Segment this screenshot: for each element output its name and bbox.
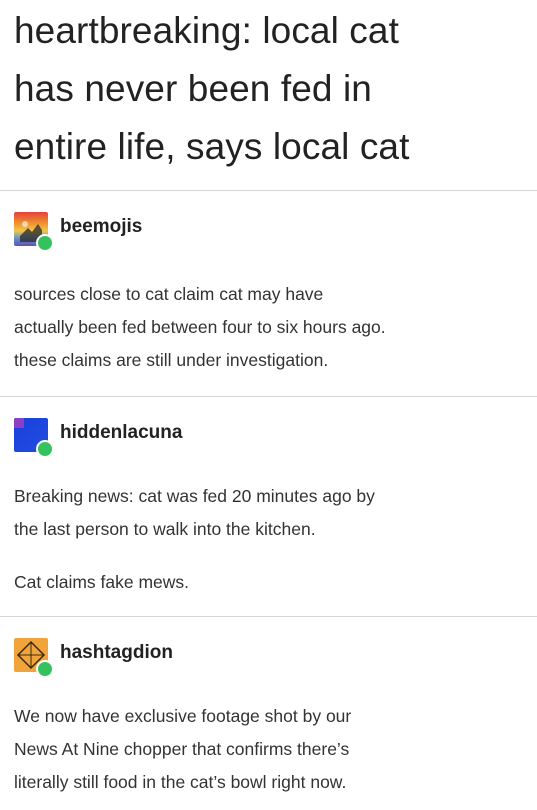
- post-body: sources close to cat claim cat may have …: [14, 278, 529, 377]
- username[interactable]: hashtagdion: [60, 642, 173, 664]
- text-line: literally still food in the cat’s bowl r…: [14, 772, 347, 792]
- reblog-icon: [36, 234, 54, 252]
- text-line: sources close to cat claim cat may have: [14, 284, 324, 304]
- post-body: We now have exclusive footage shot by ou…: [14, 700, 529, 799]
- post-body: Breaking news: cat was fed 20 minutes ag…: [14, 480, 529, 599]
- reblog-header: beemojis: [14, 210, 529, 252]
- divider: [0, 616, 537, 617]
- reblog-header: hiddenlacuna: [14, 416, 529, 458]
- reblog-beemojis: beemojis sources close to cat claim cat …: [14, 210, 529, 377]
- text-line: these claims are still under investigati…: [14, 350, 329, 370]
- reblog-icon: [36, 660, 54, 678]
- username[interactable]: beemojis: [60, 216, 142, 238]
- reblog-icon: [36, 440, 54, 458]
- text-line: News At Nine chopper that confirms there…: [14, 739, 350, 759]
- divider: [0, 190, 537, 191]
- paragraph: Cat claims fake mews.: [14, 566, 529, 599]
- text-line: actually been fed between four to six ho…: [14, 317, 386, 337]
- post-title: heartbreaking: local cat has never been …: [14, 2, 529, 176]
- reblog-hiddenlacuna: hiddenlacuna Breaking news: cat was fed …: [14, 416, 529, 599]
- text-line: Breaking news: cat was fed 20 minutes ag…: [14, 486, 375, 506]
- blue-avatar-icon[interactable]: [14, 418, 54, 458]
- text-line: We now have exclusive footage shot by ou…: [14, 706, 352, 726]
- tumblr-post: heartbreaking: local cat has never been …: [0, 0, 537, 810]
- title-line: has never been fed in: [14, 68, 372, 109]
- paragraph: sources close to cat claim cat may have …: [14, 278, 529, 377]
- text-line: Cat claims fake mews.: [14, 572, 190, 592]
- reblog-header: hashtagdion: [14, 636, 529, 678]
- paragraph: Breaking news: cat was fed 20 minutes ag…: [14, 480, 529, 546]
- reblog-hashtagdion: hashtagdion We now have exclusive footag…: [14, 636, 529, 799]
- username[interactable]: hiddenlacuna: [60, 422, 182, 444]
- rainbow-avatar-icon[interactable]: [14, 212, 54, 252]
- orange-avatar-icon[interactable]: [14, 638, 54, 678]
- title-line: heartbreaking: local cat: [14, 10, 399, 51]
- paragraph: We now have exclusive footage shot by ou…: [14, 700, 529, 799]
- text-line: the last person to walk into the kitchen…: [14, 519, 316, 539]
- title-line: entire life, says local cat: [14, 126, 410, 167]
- divider: [0, 396, 537, 397]
